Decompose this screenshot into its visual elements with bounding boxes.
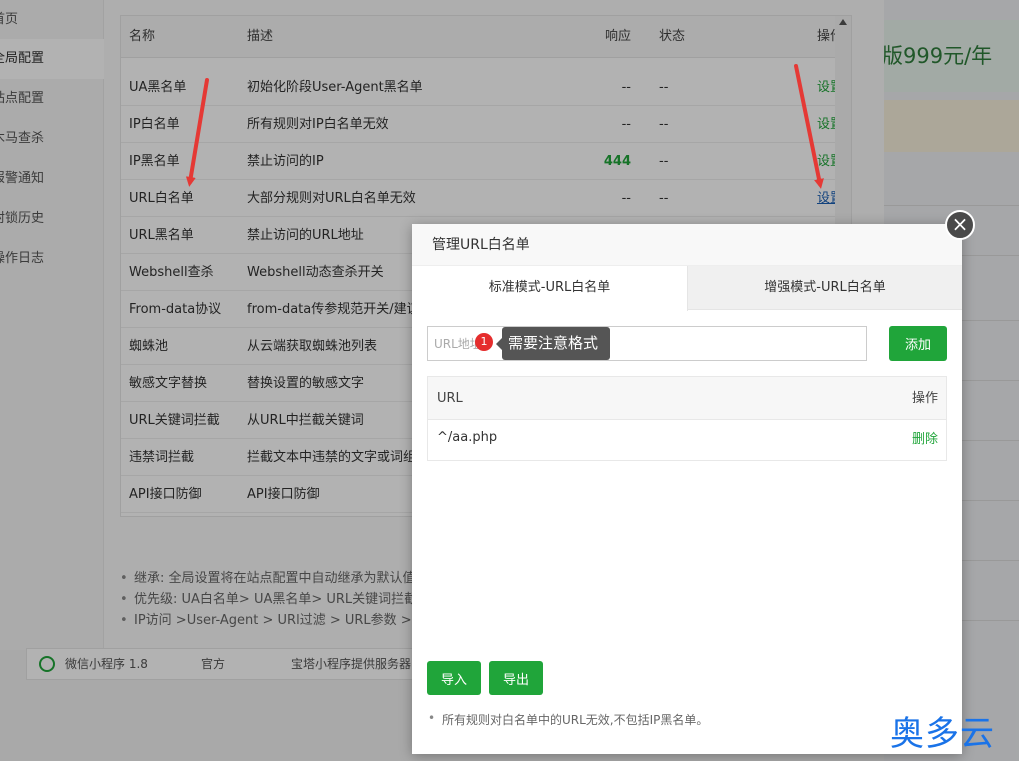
dialog-tabs: 标准模式-URL白名单 增强模式-URL白名单 xyxy=(412,266,962,311)
url-table-header: URL 操作 xyxy=(428,377,946,420)
add-button[interactable]: 添加 xyxy=(889,326,947,361)
watermark-logo: 奥多云 xyxy=(890,714,995,754)
url-input[interactable] xyxy=(427,326,867,361)
delete-link[interactable]: 删除 xyxy=(912,422,938,458)
table-row: ^/aa.php 删除 xyxy=(428,420,946,460)
header-action: 操作 xyxy=(911,391,938,406)
dialog-note: 所有规则对白名单中的URL无效,不包括IP黑名单。 xyxy=(426,711,708,728)
url-table: URL 操作 ^/aa.php 删除 xyxy=(427,376,947,461)
import-button[interactable]: 导入 xyxy=(427,661,481,695)
tab-standard-mode[interactable]: 标准模式-URL白名单 xyxy=(412,266,688,311)
dialog-title: 管理URL白名单 xyxy=(412,224,962,266)
tab-enhanced-mode[interactable]: 增强模式-URL白名单 xyxy=(688,266,962,310)
header-url: URL xyxy=(437,391,463,406)
format-tooltip: 需要注意格式 xyxy=(495,327,611,360)
url-value: ^/aa.php xyxy=(437,430,498,445)
export-button[interactable]: 导出 xyxy=(489,661,543,695)
close-icon[interactable]: × xyxy=(945,210,975,240)
url-whitelist-dialog: 管理URL白名单 标准模式-URL白名单 增强模式-URL白名单 1 需要注意格… xyxy=(412,224,962,754)
tooltip-badge: 1 xyxy=(475,333,493,351)
